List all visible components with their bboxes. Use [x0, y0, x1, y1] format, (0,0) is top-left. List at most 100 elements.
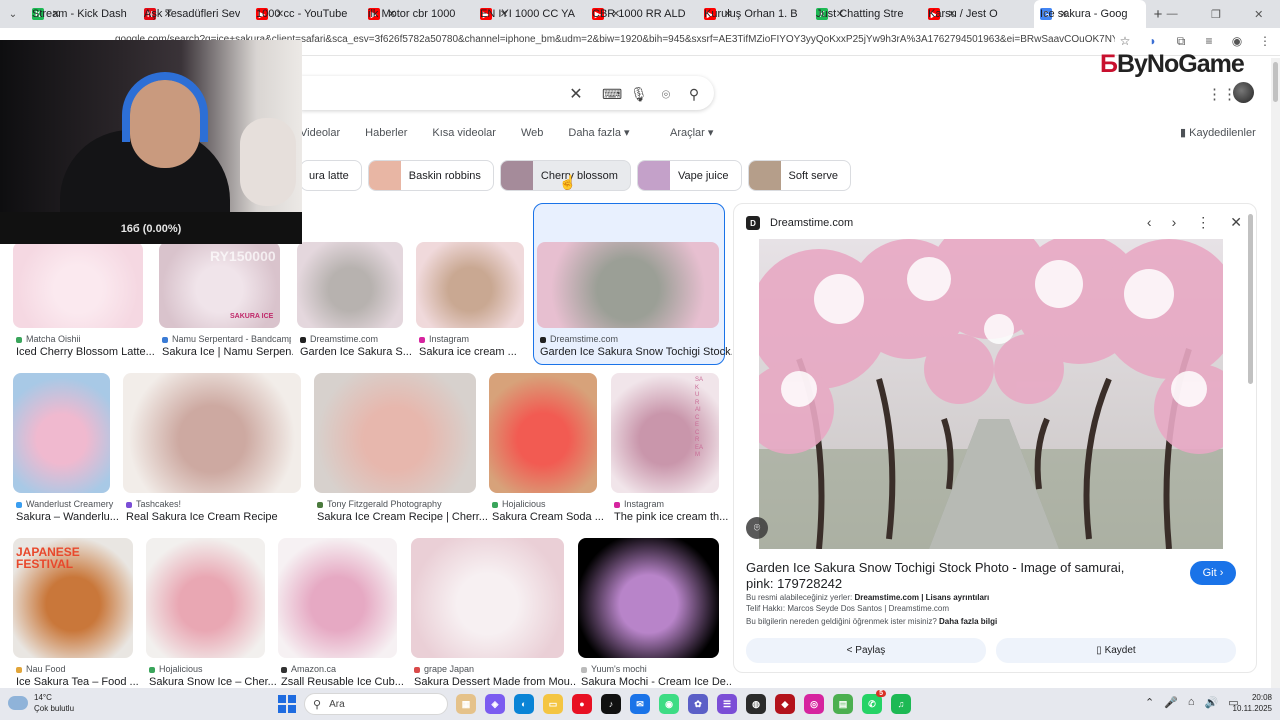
taskbar-app-icon[interactable]: ◐ [514, 694, 534, 714]
browser-tab[interactable]: ▶ CBR 1000 RR ALD ✕ [586, 0, 698, 28]
result-image[interactable] [578, 538, 719, 658]
result-source[interactable]: grape Japan [414, 664, 575, 674]
taskbar-app-icon[interactable]: ♫ [891, 694, 911, 714]
result-image[interactable] [537, 242, 719, 328]
result-image[interactable] [13, 242, 143, 328]
result-source[interactable]: Yuum's mochi [581, 664, 730, 674]
share-button[interactable]: < Paylaş [746, 638, 986, 663]
taskbar-app-icon[interactable]: ☰ [717, 694, 737, 714]
taskbar-app-icon[interactable]: ● [572, 694, 592, 714]
result-title[interactable]: Ice Sakura Tea – Food ... [16, 676, 146, 688]
taskbar-app-icon[interactable]: ◍ [746, 694, 766, 714]
more-icon[interactable]: ⋮ [1196, 214, 1210, 231]
result-title[interactable]: Sakura Ice Cream Recipe | Cherr... [317, 511, 489, 523]
result-source[interactable]: Dreamstime.com [540, 334, 730, 344]
browser-tab[interactable]: ▶ 1000 cc - YouTube ✕ [250, 0, 362, 28]
result-image[interactable] [146, 538, 265, 658]
result-title[interactable]: Sakura ice cream ... [419, 346, 537, 358]
close-panel-icon[interactable]: ✕ [1230, 214, 1242, 231]
chevron-up-icon[interactable]: ⌃ [1145, 696, 1154, 709]
microphone-icon[interactable]: 🎙 [630, 86, 648, 103]
result-title[interactable]: Iced Cherry Blossom Latte... [16, 346, 156, 358]
menu-icon[interactable]: ⋮ [1258, 34, 1272, 49]
visual-search-icon[interactable]: ⌾ [746, 517, 768, 539]
bookmark-star-icon[interactable]: ☆ [1118, 34, 1132, 49]
result-source[interactable]: Instagram [614, 499, 730, 509]
result-title[interactable]: The pink ice cream th... [614, 511, 732, 523]
maximize-icon[interactable]: ❐ [1211, 8, 1221, 21]
search-icon[interactable]: ⚲ [686, 86, 702, 103]
result-source[interactable]: Amazon.ca [281, 664, 408, 674]
saved-link[interactable]: ▮ Kaydedilenler [1180, 126, 1256, 139]
minimize-icon[interactable]: — [1167, 8, 1178, 20]
avatar[interactable] [1233, 82, 1254, 103]
search-box[interactable]: ✕ ⌨ 🎙 ⌾ ⚲ [300, 76, 714, 110]
taskbar-app-icon[interactable]: ▤ [833, 694, 853, 714]
profile-icon[interactable]: ◉ [1230, 34, 1244, 49]
result-source[interactable]: Hojalicious [492, 499, 608, 509]
panel-title[interactable]: Garden Ice Sakura Snow Tochigi Stock Pho… [746, 560, 1146, 592]
tab-search-icon[interactable]: ⌄ [0, 0, 26, 28]
result-title[interactable]: Sakura Dessert Made from Mou... [414, 676, 577, 688]
result-title[interactable]: Sakura Mochi - Cream Ice De... [581, 676, 732, 688]
filter-chip[interactable]: Vape juice [636, 160, 742, 191]
mic-icon[interactable]: 🎤 [1164, 696, 1178, 709]
result-source[interactable]: Dreamstime.com [300, 334, 414, 344]
weather-widget[interactable]: 14°C Çok bulutlu [8, 692, 74, 714]
result-title[interactable]: Garden Ice Sakura Snow Tochigi Stock... [540, 346, 732, 358]
filter-chip[interactable]: Soft serve [747, 160, 852, 191]
result-source[interactable]: Tony Fitzgerald Photography [317, 499, 487, 509]
result-source[interactable]: Wanderlust Creamery [16, 499, 121, 509]
result-title[interactable]: Sakura Ice | Namu Serpen... [162, 346, 293, 358]
result-image[interactable] [123, 373, 301, 493]
browser-tab[interactable]: ▶ EN IYI 1000 CC YA ✕ [474, 0, 586, 28]
keyboard-icon[interactable]: ⌨ [602, 86, 622, 103]
learn-more-link[interactable]: Daha fazla bilgi [939, 617, 997, 626]
result-image[interactable] [411, 538, 564, 658]
browser-tab[interactable]: G Ice sakura - Goog ✕ [1034, 0, 1146, 28]
puzzle-icon[interactable]: ⧉ [1174, 34, 1188, 49]
result-source[interactable]: Instagram [419, 334, 535, 344]
prev-icon[interactable]: ‹ [1147, 214, 1152, 231]
result-image[interactable] [278, 538, 397, 658]
result-source[interactable]: Namu Serpentard - Bandcamp [162, 334, 291, 344]
lens-icon[interactable]: ⌾ [658, 86, 674, 103]
result-title[interactable]: Sakura – Wanderlu... [16, 511, 123, 523]
volume-icon[interactable]: 🔊 [1205, 696, 1219, 709]
browser-tab[interactable]: ▶ Kuruluş Orhan 1. B ✕ [698, 0, 810, 28]
nav-tab[interactable]: Videolar [300, 127, 340, 139]
tools-menu[interactable]: Araçlar ▾ [670, 126, 713, 139]
taskbar-app-icon[interactable]: ◎ [804, 694, 824, 714]
browser-tab[interactable]: ▶ ilk Motor cbr 1000 ✕ [362, 0, 474, 28]
taskbar-app-icon[interactable]: ♪ [601, 694, 621, 714]
taskbar-app-icon[interactable]: ▭ [543, 694, 563, 714]
nav-tab[interactable]: Haberler [365, 127, 407, 139]
clock[interactable]: 20:08 10.11.2025 [1228, 692, 1272, 714]
visit-button[interactable]: Git › [1190, 561, 1236, 585]
close-window-icon[interactable]: ✕ [1254, 8, 1263, 21]
result-image[interactable] [416, 242, 524, 328]
filter-chip[interactable]: ura latte [300, 160, 362, 191]
extension-icon[interactable]: ◗ [1146, 34, 1160, 49]
result-title[interactable]: Zsall Reusable Ice Cub... [281, 676, 410, 688]
browser-tab[interactable]: K Just Chatting Stre ✕ [810, 0, 922, 28]
nav-tab[interactable]: Web [521, 127, 543, 139]
taskbar-app-icon[interactable]: ✆ 5 [862, 690, 886, 714]
page-scrollbar[interactable] [1271, 58, 1280, 688]
result-source[interactable]: Matcha Oishii [16, 334, 154, 344]
browser-tab[interactable]: ▶ Karsu / Jest O ✕ [922, 0, 1034, 28]
result-title[interactable]: Sakura Cream Soda ... [492, 511, 610, 523]
filter-chip[interactable]: Baskin robbins [367, 160, 494, 191]
windows-start-icon[interactable] [278, 695, 296, 713]
result-title[interactable]: Sakura Snow Ice – Cher... [149, 676, 278, 688]
preview-image[interactable] [759, 239, 1223, 549]
result-image[interactable] [13, 373, 110, 493]
result-source[interactable]: Tashcakes! [126, 499, 312, 509]
result-source[interactable]: Hojalicious [149, 664, 276, 674]
taskbar-app-icon[interactable]: ▦ [456, 694, 476, 714]
browser-tab[interactable]: K Stream - Kick Dash ✕ [26, 0, 138, 28]
taskbar-app-icon[interactable]: ✿ [688, 694, 708, 714]
result-source[interactable]: Nau Food [16, 664, 144, 674]
panel-scrollbar[interactable] [1248, 210, 1254, 670]
license-link[interactable]: Dreamstime.com | Lisans ayrıntıları [855, 593, 990, 602]
